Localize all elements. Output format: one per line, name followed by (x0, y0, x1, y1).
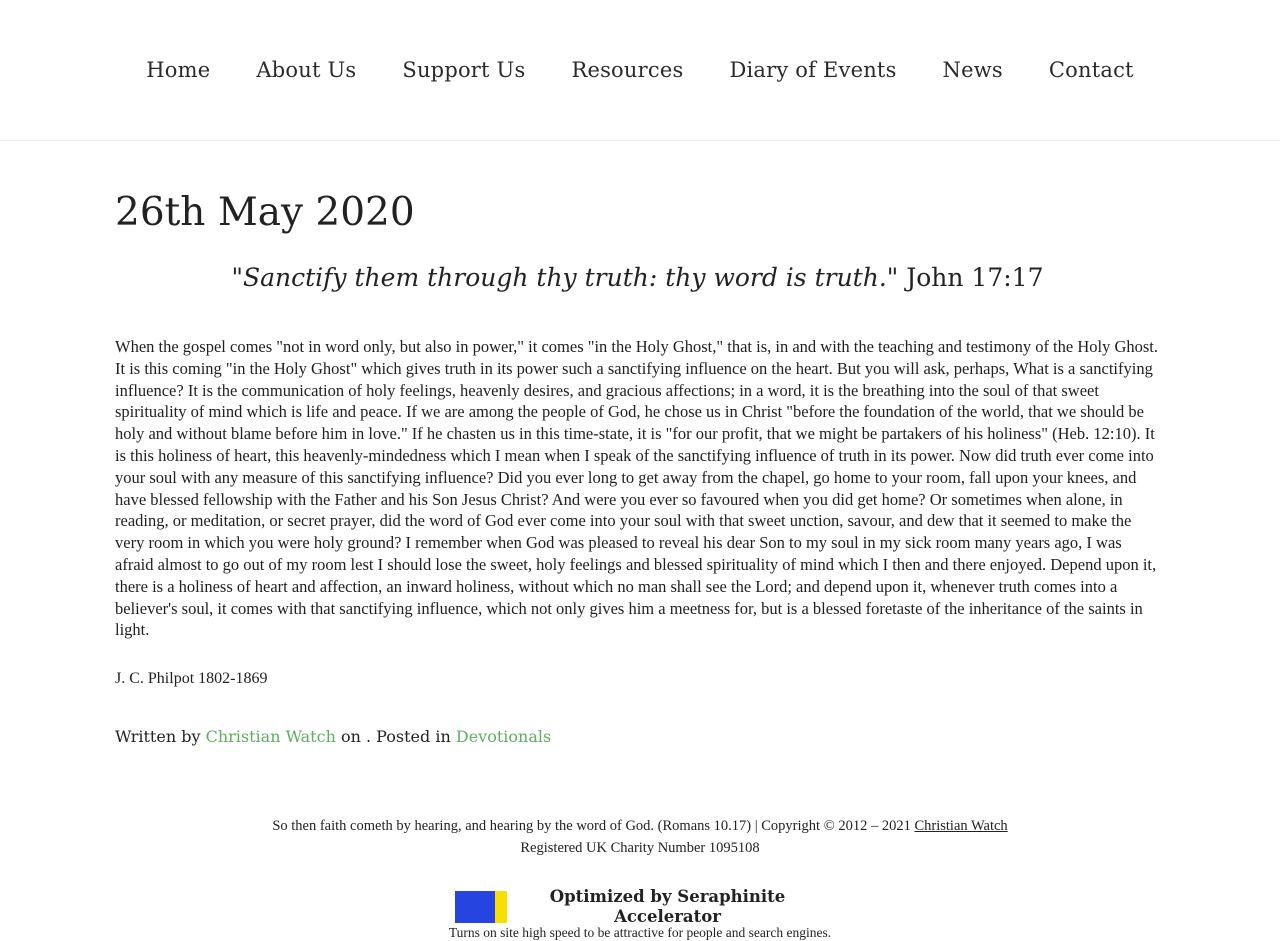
post-meta: Written by Christian Watch on . Posted i… (115, 727, 551, 746)
verse-quote: "Sanctify them through thy truth: thy wo… (231, 263, 899, 292)
charity-number: Registered UK Charity Number 1095108 (520, 840, 760, 856)
nav-item-news[interactable]: News (943, 58, 1003, 82)
nav-item-resources[interactable]: Resources (571, 58, 683, 82)
nav-menu: Home About Us Support Us Resources Diary… (0, 0, 1280, 140)
site-footer: So then faith cometh by hearing, and hea… (0, 815, 1280, 859)
quote-author: J. C. Philpot 1802-1869 (115, 670, 268, 687)
written-by-label: Written by (115, 727, 206, 746)
accelerator-logo-accent-icon (495, 891, 507, 923)
footer-copyright: So then faith cometh by hearing, and hea… (0, 815, 1280, 837)
post-title: 26th May 2020 (115, 190, 415, 235)
scripture-verse: "Sanctify them through thy truth: thy wo… (115, 263, 1160, 292)
nav-item-about-us[interactable]: About Us (256, 58, 356, 82)
badge-subtitle: Turns on site high speed to be attractiv… (448, 925, 832, 940)
footer-site-link[interactable]: Christian Watch (914, 818, 1007, 834)
main-navigation: Home About Us Support Us Resources Diary… (0, 0, 1280, 141)
author-link[interactable]: Christian Watch (206, 727, 336, 746)
accelerator-logo-icon (455, 891, 495, 923)
posted-in-label: on . Posted in (335, 727, 456, 746)
category-link[interactable]: Devotionals (456, 727, 551, 746)
badge-title[interactable]: Optimized by Seraphinite Accelerator (530, 887, 805, 927)
nav-item-support-us[interactable]: Support Us (402, 58, 525, 82)
post-body: When the gospel comes "not in word only,… (115, 337, 1159, 640)
optimization-badge[interactable]: Optimized by Seraphinite Accelerator Tur… (430, 886, 850, 941)
footer-text: So then faith cometh by hearing, and hea… (272, 818, 915, 834)
nav-item-contact[interactable]: Contact (1049, 58, 1134, 82)
nav-item-diary-of-events[interactable]: Diary of Events (729, 58, 896, 82)
verse-reference: John 17:17 (898, 263, 1044, 292)
nav-item-home[interactable]: Home (146, 58, 210, 82)
